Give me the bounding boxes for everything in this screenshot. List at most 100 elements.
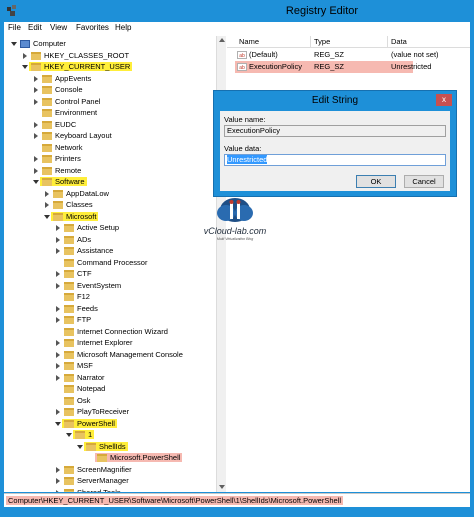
tree-item[interactable]: Notepad xyxy=(54,383,107,395)
collapsed-arrow-icon[interactable] xyxy=(54,477,62,485)
collapsed-arrow-icon[interactable] xyxy=(54,224,62,232)
expanded-arrow-icon[interactable] xyxy=(65,431,73,439)
collapsed-arrow-icon[interactable] xyxy=(54,305,62,313)
collapsed-arrow-icon[interactable] xyxy=(54,270,62,278)
menu-favorites[interactable]: Favorites xyxy=(76,23,109,32)
expanded-arrow-icon[interactable] xyxy=(43,213,51,221)
tree-item[interactable]: Assistance xyxy=(54,245,115,257)
tree-item[interactable]: Control Panel xyxy=(32,96,102,108)
tree-item-content: AppEvents xyxy=(40,74,93,83)
collapsed-arrow-icon[interactable] xyxy=(43,201,51,209)
tree-item[interactable]: Classes xyxy=(43,199,95,211)
tree-item[interactable]: Printers xyxy=(32,153,83,165)
collapsed-arrow-icon[interactable] xyxy=(32,98,40,106)
cancel-button[interactable]: Cancel xyxy=(404,175,444,188)
tree-item-content: FTP xyxy=(62,315,93,325)
dialog-close-button[interactable]: x xyxy=(436,94,452,106)
tree-item[interactable]: PowerShell xyxy=(54,418,117,430)
tree-item[interactable]: Environment xyxy=(32,107,99,119)
tree-item-content: Narrator xyxy=(62,373,107,382)
tree-item[interactable]: Keyboard Layout xyxy=(32,130,114,142)
collapsed-arrow-icon[interactable] xyxy=(54,408,62,416)
value-type: REG_SZ xyxy=(314,62,345,71)
collapsed-arrow-icon[interactable] xyxy=(54,466,62,474)
tree-item[interactable]: Software xyxy=(32,176,87,188)
collapsed-arrow-icon[interactable] xyxy=(43,190,51,198)
tree-item[interactable]: Microsoft.PowerShell xyxy=(87,452,183,464)
tree-item[interactable]: ScreenMagnifier xyxy=(54,464,134,476)
tree-item[interactable]: Computer xyxy=(10,38,68,50)
collapsed-arrow-icon[interactable] xyxy=(54,374,62,382)
tree-item[interactable]: Internet Connection Wizard xyxy=(54,326,170,338)
collapsed-arrow-icon[interactable] xyxy=(32,121,40,129)
expanded-arrow-icon[interactable] xyxy=(10,40,18,48)
collapsed-arrow-icon[interactable] xyxy=(32,155,40,163)
tree-item[interactable]: PlayToReceiver xyxy=(54,406,131,418)
tree-item[interactable]: ServerManager xyxy=(54,475,131,487)
collapsed-arrow-icon[interactable] xyxy=(54,236,62,244)
menu-help[interactable]: Help xyxy=(115,23,131,32)
collapsed-arrow-icon[interactable] xyxy=(54,282,62,290)
menu-view[interactable]: View xyxy=(50,23,67,32)
title-bar[interactable]: Registry Editor xyxy=(0,0,474,22)
collapsed-arrow-icon[interactable] xyxy=(32,167,40,175)
tree-item[interactable]: MSF xyxy=(54,360,95,372)
tree-item[interactable]: CTF xyxy=(54,268,94,280)
expanded-arrow-icon[interactable] xyxy=(76,443,84,451)
tree-item[interactable]: AppDataLow xyxy=(43,188,111,200)
collapsed-arrow-icon[interactable] xyxy=(32,132,40,140)
expanded-arrow-icon[interactable] xyxy=(32,178,40,186)
tree-item-label: Feeds xyxy=(77,303,98,313)
tree-item[interactable]: Microsoft xyxy=(43,211,99,223)
tree-item[interactable]: EventSystem xyxy=(54,280,123,292)
tree-item[interactable]: Feeds xyxy=(54,303,100,315)
tree-item[interactable]: HKEY_CLASSES_ROOT xyxy=(21,50,131,62)
column-type[interactable]: Type xyxy=(314,37,330,46)
tree-item[interactable]: AppEvents xyxy=(32,73,93,85)
collapsed-arrow-icon[interactable] xyxy=(32,75,40,83)
tree-item[interactable]: HKEY_CURRENT_USER xyxy=(21,61,133,73)
tree-item[interactable]: Narrator xyxy=(54,372,107,384)
menu-file[interactable]: File xyxy=(8,23,21,32)
tree-item[interactable]: 1 xyxy=(65,429,95,441)
collapsed-arrow-icon[interactable] xyxy=(54,247,62,255)
tree-item-content: HKEY_CURRENT_USER xyxy=(29,62,133,72)
collapsed-arrow-icon[interactable] xyxy=(54,316,62,324)
menu-edit[interactable]: Edit xyxy=(28,23,42,32)
tree-item[interactable]: ADs xyxy=(54,234,93,246)
tree-item[interactable]: Command Processor xyxy=(54,257,149,269)
scroll-up-icon[interactable] xyxy=(219,38,225,42)
tree-item[interactable]: Shared Tools xyxy=(54,487,123,492)
tree-item[interactable]: ShellIds xyxy=(76,441,128,453)
collapsed-arrow-icon[interactable] xyxy=(54,489,62,492)
tree-item-content: EUDC xyxy=(40,120,78,129)
tree-item[interactable]: Active Setup xyxy=(54,222,121,234)
tree-item[interactable]: Internet Explorer xyxy=(54,337,134,349)
expanded-arrow-icon[interactable] xyxy=(54,420,62,428)
tree-item[interactable]: Osk xyxy=(54,395,92,407)
collapsed-arrow-icon[interactable] xyxy=(54,339,62,347)
collapsed-arrow-icon[interactable] xyxy=(54,351,62,359)
value-data-input[interactable]: Unrestricted xyxy=(224,154,446,166)
tree-item[interactable]: Console xyxy=(32,84,85,96)
value-row-default[interactable]: ab (Default) REG_SZ (value not set) xyxy=(227,49,470,61)
tree-item[interactable]: Microsoft Management Console xyxy=(54,349,185,361)
expanded-arrow-icon[interactable] xyxy=(21,63,29,71)
collapsed-arrow-icon[interactable] xyxy=(54,362,62,370)
folder-icon xyxy=(42,109,52,118)
collapsed-arrow-icon[interactable] xyxy=(32,86,40,94)
tree-item[interactable]: Remote xyxy=(32,165,83,177)
tree-item[interactable]: Network xyxy=(32,142,85,154)
collapsed-arrow-icon[interactable] xyxy=(21,52,29,60)
folder-icon xyxy=(64,235,74,244)
tree-item[interactable]: FTP xyxy=(54,314,93,326)
column-data[interactable]: Data xyxy=(391,37,407,46)
scroll-down-icon[interactable] xyxy=(219,485,225,489)
ok-button[interactable]: OK xyxy=(356,175,396,188)
value-row-executionpolicy[interactable]: ab ExecutionPolicy REG_SZ Unrestricted xyxy=(235,61,431,73)
tree-item-content: F12 xyxy=(62,292,92,302)
column-name[interactable]: Name xyxy=(239,37,259,46)
tree-item-label: ADs xyxy=(77,234,92,244)
tree-item[interactable]: EUDC xyxy=(32,119,78,131)
tree-item[interactable]: F12 xyxy=(54,291,92,303)
